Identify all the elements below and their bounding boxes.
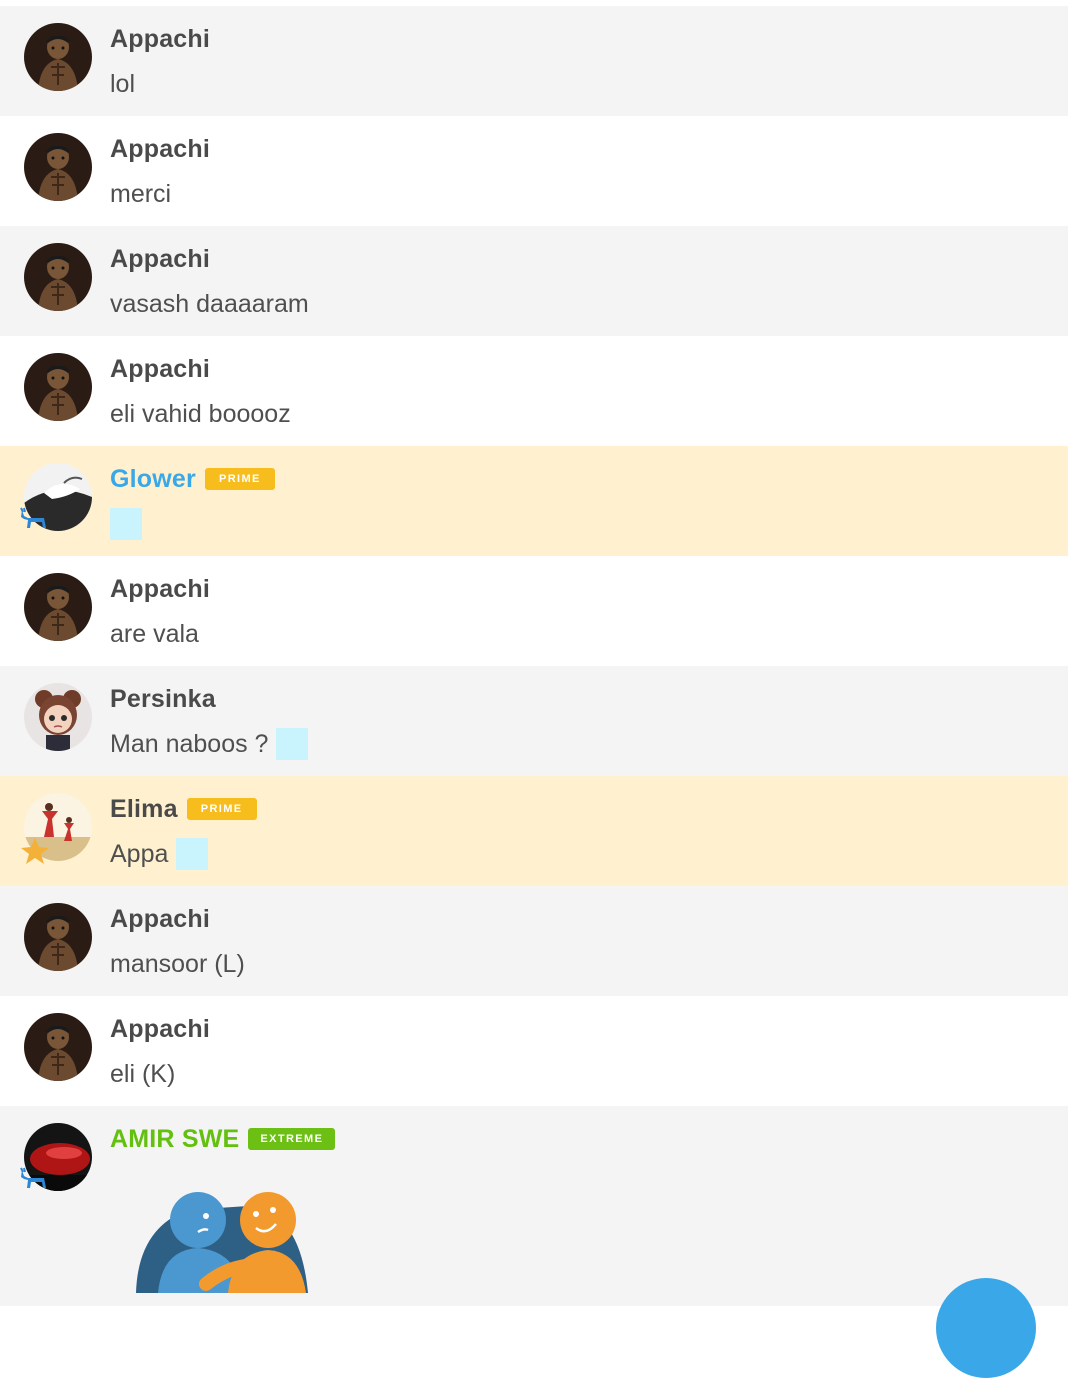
message-text: vasash daaaaram [110, 289, 309, 318]
message-row[interactable]: Appachi are vala [0, 556, 1068, 666]
message-row-highlighted[interactable]: Glower PRIME [0, 446, 1068, 556]
star-icon [18, 836, 52, 866]
username[interactable]: Appachi [110, 1015, 210, 1044]
username[interactable]: Appachi [110, 245, 210, 274]
message-text: eli vahid booooz [110, 399, 291, 428]
username[interactable]: Glower [110, 465, 196, 494]
avatar[interactable] [24, 573, 92, 641]
avatar[interactable] [24, 243, 92, 311]
username[interactable]: Appachi [110, 575, 210, 604]
emoji-icon [276, 728, 309, 760]
message-text: mansoor (L) [110, 949, 245, 978]
avatar[interactable] [24, 1013, 92, 1081]
username[interactable]: Elima [110, 795, 178, 824]
extreme-badge: EXTREME [248, 1128, 336, 1150]
username[interactable]: Appachi [110, 135, 210, 164]
message-text: are vala [110, 619, 199, 648]
message-feed[interactable]: Appachi lol Appachi merci Appachi vasash… [0, 6, 1068, 1306]
username[interactable]: AMIR SWE [110, 1125, 239, 1154]
avatar[interactable] [24, 903, 92, 971]
donkey-icon [18, 506, 52, 536]
message-row[interactable]: Persinka Man naboos ? [0, 666, 1068, 776]
avatar[interactable] [24, 23, 92, 91]
emoji-icon [176, 838, 209, 870]
message-row[interactable]: Appachi lol [0, 6, 1068, 116]
prime-badge: PRIME [204, 468, 275, 490]
avatar[interactable] [24, 133, 92, 201]
message-text: lol [110, 69, 136, 98]
message-text: merci [110, 179, 172, 208]
donkey-icon [18, 1166, 52, 1196]
username[interactable]: Persinka [110, 685, 216, 714]
message-text: Man naboos ? [110, 729, 269, 758]
message-row[interactable]: Appachi mansoor (L) [0, 886, 1068, 996]
avatar[interactable] [24, 683, 92, 751]
prime-badge: PRIME [186, 798, 257, 820]
username[interactable]: Appachi [110, 905, 210, 934]
message-row[interactable]: Appachi merci [0, 116, 1068, 226]
message-text: Appa [110, 839, 169, 868]
message-text: eli (K) [110, 1059, 176, 1088]
message-row-highlighted[interactable]: Elima PRIME Appa [0, 776, 1068, 886]
username[interactable]: Appachi [110, 355, 210, 384]
floating-action-button[interactable] [936, 1278, 1036, 1378]
message-row[interactable]: Appachi vasash daaaaram [0, 226, 1068, 336]
hug-sticker [128, 1188, 328, 1293]
username[interactable]: Appachi [110, 25, 210, 54]
message-row[interactable]: Appachi eli vahid booooz [0, 336, 1068, 446]
avatar[interactable] [24, 353, 92, 421]
emoji-icon [110, 508, 142, 540]
message-row[interactable]: Appachi eli (K) [0, 996, 1068, 1106]
